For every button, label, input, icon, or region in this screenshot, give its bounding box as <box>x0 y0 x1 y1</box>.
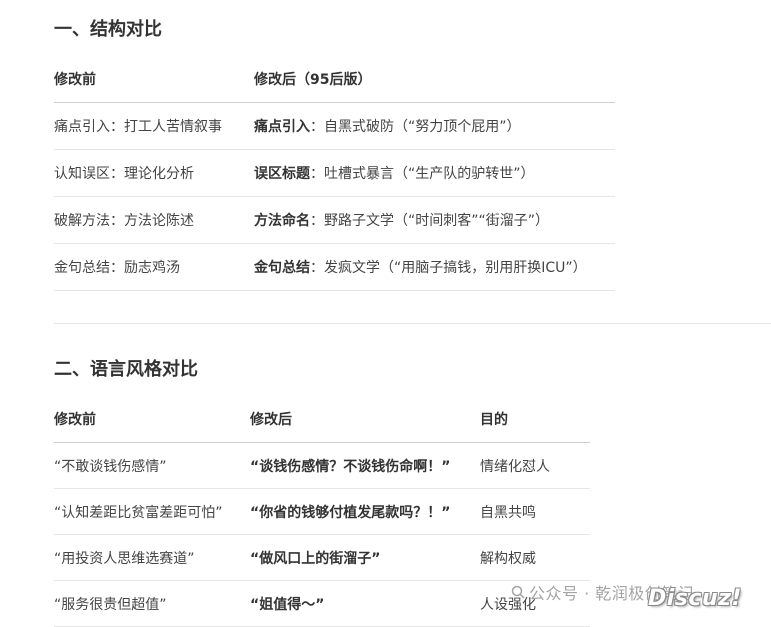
table-header-row: 修改前 修改后（95后版） <box>54 56 615 103</box>
cell-after: “你省的钱够付植发尾款吗？！” <box>250 488 480 535</box>
cell-after-rest: ：自黑式破防（“努力顶个屁用”） <box>310 119 521 135</box>
table-row: “用投资人思维选赛道” “做风口上的街溜子” 解构权威 <box>54 534 590 581</box>
cell-after-rest: ：吐槽式暴言（“生产队的驴转世”） <box>310 166 535 182</box>
cell-before: 痛点引入：打工人苦情叙事 <box>54 102 254 150</box>
table-header-row: 修改前 修改后 目的 <box>54 396 590 443</box>
cell-before: “服务很贵但超值” <box>54 580 250 627</box>
cell-after-text: “做风口上的街溜子” <box>250 550 381 567</box>
cell-purpose: 解构权威 <box>480 534 590 581</box>
cell-after-key: 误区标题 <box>254 166 310 182</box>
cell-after-text: “谈钱伤感情？不谈钱伤命啊！” <box>250 458 451 475</box>
wechat-search-icon <box>511 585 525 599</box>
discuz-logo: Discuz! <box>648 586 742 611</box>
header-before: 修改前 <box>54 56 254 103</box>
cell-before: 认知误区：理论化分析 <box>54 149 254 197</box>
table-row: 金句总结：励志鸡汤 金句总结：发疯文学（“用脑子搞钱，别用肝换ICU”） <box>54 243 615 291</box>
cell-after: “做风口上的街溜子” <box>250 534 480 581</box>
header-before: 修改前 <box>54 396 250 443</box>
table-row: “认知差距比贫富差距可怕” “你省的钱够付植发尾款吗？！” 自黑共鸣 <box>54 488 590 535</box>
cell-after-rest: ：野路子文学（“时间刺客”“街溜子”） <box>310 213 550 229</box>
cell-after-key: 金句总结 <box>254 260 310 276</box>
cell-after: 痛点引入：自黑式破防（“努力顶个屁用”） <box>254 102 615 150</box>
cell-purpose: 自黑共鸣 <box>480 488 590 535</box>
header-purpose: 目的 <box>480 396 590 443</box>
cell-after: “谈钱伤感情？不谈钱伤命啊！” <box>250 442 480 489</box>
language-style-comparison-table: 修改前 修改后 目的 “不敢谈钱伤感情” “谈钱伤感情？不谈钱伤命啊！” 情绪化… <box>54 396 590 627</box>
cell-before: “认知差距比贫富差距可怕” <box>54 488 250 535</box>
table-row: “不敢谈钱伤感情” “谈钱伤感情？不谈钱伤命啊！” 情绪化怼人 <box>54 442 590 489</box>
cell-after-key: 方法命名 <box>254 213 310 229</box>
table-row: 认知误区：理论化分析 误区标题：吐槽式暴言（“生产队的驴转世”） <box>54 149 615 197</box>
cell-after-text: “你省的钱够付植发尾款吗？！” <box>250 504 451 521</box>
cell-after-key: 痛点引入 <box>254 119 310 135</box>
section-2-title: 二、语言风格对比 <box>54 359 198 380</box>
cell-before: “用投资人思维选赛道” <box>54 534 250 581</box>
section-1-title: 一、结构对比 <box>54 19 162 40</box>
header-after: 修改后（95后版） <box>254 56 615 103</box>
cell-before: 金句总结：励志鸡汤 <box>54 243 254 291</box>
table-row: “服务很贵但超值” “姐值得～” 人设强化 <box>54 580 590 627</box>
cell-after: “姐值得～” <box>250 580 480 627</box>
cell-after: 方法命名：野路子文学（“时间刺客”“街溜子”） <box>254 196 615 244</box>
header-after: 修改后 <box>250 396 480 443</box>
cell-after-rest: ：发疯文学（“用脑子搞钱，别用肝换ICU”） <box>310 260 587 276</box>
table-row: 破解方法：方法论陈述 方法命名：野路子文学（“时间刺客”“街溜子”） <box>54 196 615 244</box>
structure-comparison-table: 修改前 修改后（95后版） 痛点引入：打工人苦情叙事 痛点引入：自黑式破防（“努… <box>54 56 615 291</box>
cell-before: 破解方法：方法论陈述 <box>54 196 254 244</box>
cell-before: “不敢谈钱伤感情” <box>54 442 250 489</box>
section-divider <box>54 323 771 324</box>
table-row: 痛点引入：打工人苦情叙事 痛点引入：自黑式破防（“努力顶个屁用”） <box>54 102 615 150</box>
cell-after: 金句总结：发疯文学（“用脑子搞钱，别用肝换ICU”） <box>254 243 615 291</box>
cell-after-text: “姐值得～” <box>250 596 325 613</box>
cell-after: 误区标题：吐槽式暴言（“生产队的驴转世”） <box>254 149 615 197</box>
cell-purpose: 情绪化怼人 <box>480 442 590 489</box>
